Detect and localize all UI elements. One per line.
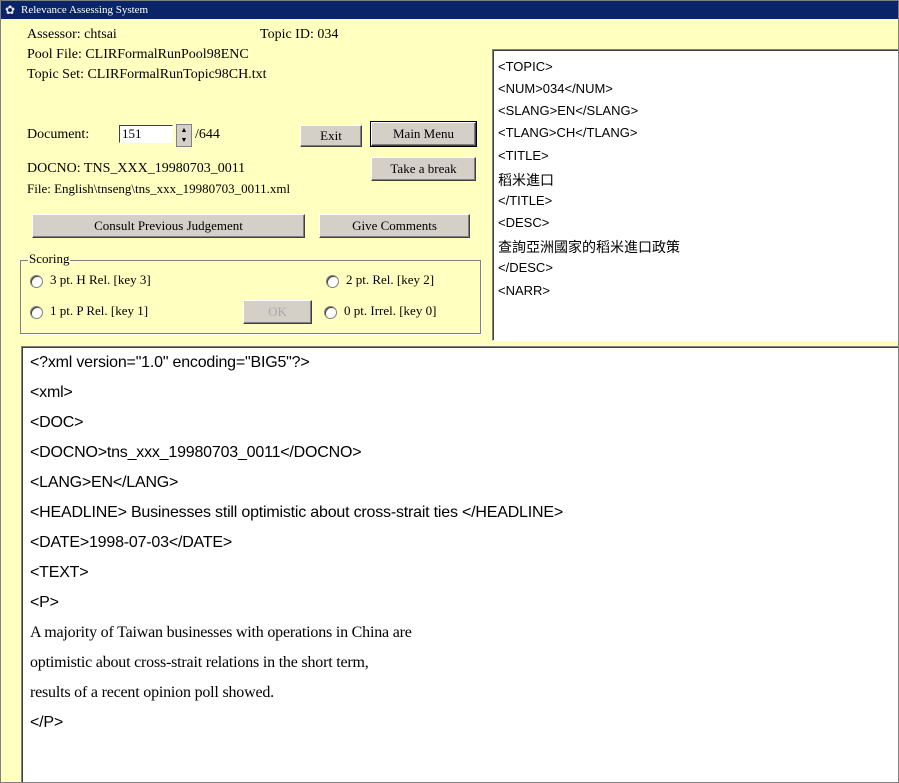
score-1-label: 1 pt. P Rel. [key 1]	[50, 303, 149, 318]
main-menu-button[interactable]: Main Menu	[370, 121, 477, 147]
score-2-label: 2 pt. Rel. [key 2]	[346, 272, 435, 287]
give-comments-button[interactable]: Give Comments	[319, 214, 470, 238]
document-total: /644	[195, 127, 220, 142]
ok-button[interactable]: OK	[243, 300, 312, 324]
score-2-radio[interactable]	[326, 275, 339, 288]
pool-file-label: Pool File: CLIRFormalRunPool98ENC	[27, 47, 249, 62]
score-3-radio[interactable]	[30, 275, 43, 288]
document-line: <DOC>	[30, 414, 84, 431]
scoring-legend: Scoring	[28, 251, 71, 267]
topic-line: <NUM>034</NUM>	[498, 81, 613, 96]
spin-up-icon[interactable]: ▲	[177, 125, 191, 135]
document-line: results of a recent opinion poll showed.	[30, 684, 274, 701]
document-line: <TEXT>	[30, 564, 89, 581]
document-line: <DOCNO>tns_xxx_19980703_0011</DOCNO>	[30, 444, 362, 461]
topic-line: <TLANG>CH</TLANG>	[498, 125, 638, 140]
score-0-label: 0 pt. Irrel. [key 0]	[344, 303, 437, 318]
topic-line: <TOPIC>	[498, 59, 553, 74]
spin-down-icon[interactable]: ▼	[177, 135, 191, 145]
document-line: <P>	[30, 594, 59, 611]
window-title: Relevance Assessing System	[21, 4, 149, 16]
topic-set-label: Topic Set: CLIRFormalRunTopic98CH.txt	[27, 67, 267, 82]
topic-line: </DESC>	[498, 260, 553, 275]
app-icon: ✿	[5, 3, 16, 17]
score-0-radio[interactable]	[324, 306, 337, 319]
topic-line: <TITLE>	[498, 148, 549, 163]
docno-label: DOCNO: TNS_XXX_19980703_0011	[27, 161, 246, 176]
app-window: ✿ Relevance Assessing System Assessor: c…	[0, 0, 899, 783]
document-line: <?xml version="1.0" encoding="BIG5"?>	[30, 354, 310, 371]
document-line: <LANG>EN</LANG>	[30, 474, 179, 491]
score-3-label: 3 pt. H Rel. [key 3]	[50, 272, 151, 287]
document-line: optimistic about cross-strait relations …	[30, 654, 369, 671]
topic-id-label: Topic ID: 034	[260, 27, 339, 42]
file-path-label: File: English\tnseng\tns_xxx_19980703_00…	[27, 181, 291, 196]
document-number-input[interactable]	[119, 125, 173, 143]
topic-line: <DESC>	[498, 215, 550, 230]
topic-text-panel[interactable]: <TOPIC> <NUM>034</NUM> <SLANG>EN</SLANG>…	[492, 49, 898, 341]
title-bar[interactable]: ✿ Relevance Assessing System	[1, 1, 898, 19]
score-1-radio[interactable]	[30, 306, 43, 319]
exit-button[interactable]: Exit	[300, 125, 362, 147]
document-line: <DATE>1998-07-03</DATE>	[30, 534, 233, 551]
document-line: <xml>	[30, 384, 73, 401]
document-line: </P>	[30, 714, 64, 731]
document-spinner[interactable]: ▲ ▼	[176, 124, 192, 147]
topic-line: 稻米進口	[498, 172, 554, 188]
topic-line: <SLANG>EN</SLANG>	[498, 103, 639, 118]
document-label: Document:	[27, 127, 90, 142]
document-text-panel[interactable]: <?xml version="1.0" encoding="BIG5"?> <x…	[21, 346, 898, 782]
document-line: A majority of Taiwan businesses with ope…	[30, 624, 412, 641]
document-line: <HEADLINE> Businesses still optimistic a…	[30, 504, 563, 521]
assessor-label: Assessor: chtsai	[27, 27, 117, 42]
take-break-button[interactable]: Take a break	[371, 157, 476, 181]
topic-line: 查詢亞洲國家的稻米進口政策	[498, 239, 680, 255]
topic-line: <NARR>	[498, 283, 551, 298]
topic-line: </TITLE>	[498, 193, 553, 208]
consult-previous-judgement-button[interactable]: Consult Previous Judgement	[32, 214, 305, 238]
